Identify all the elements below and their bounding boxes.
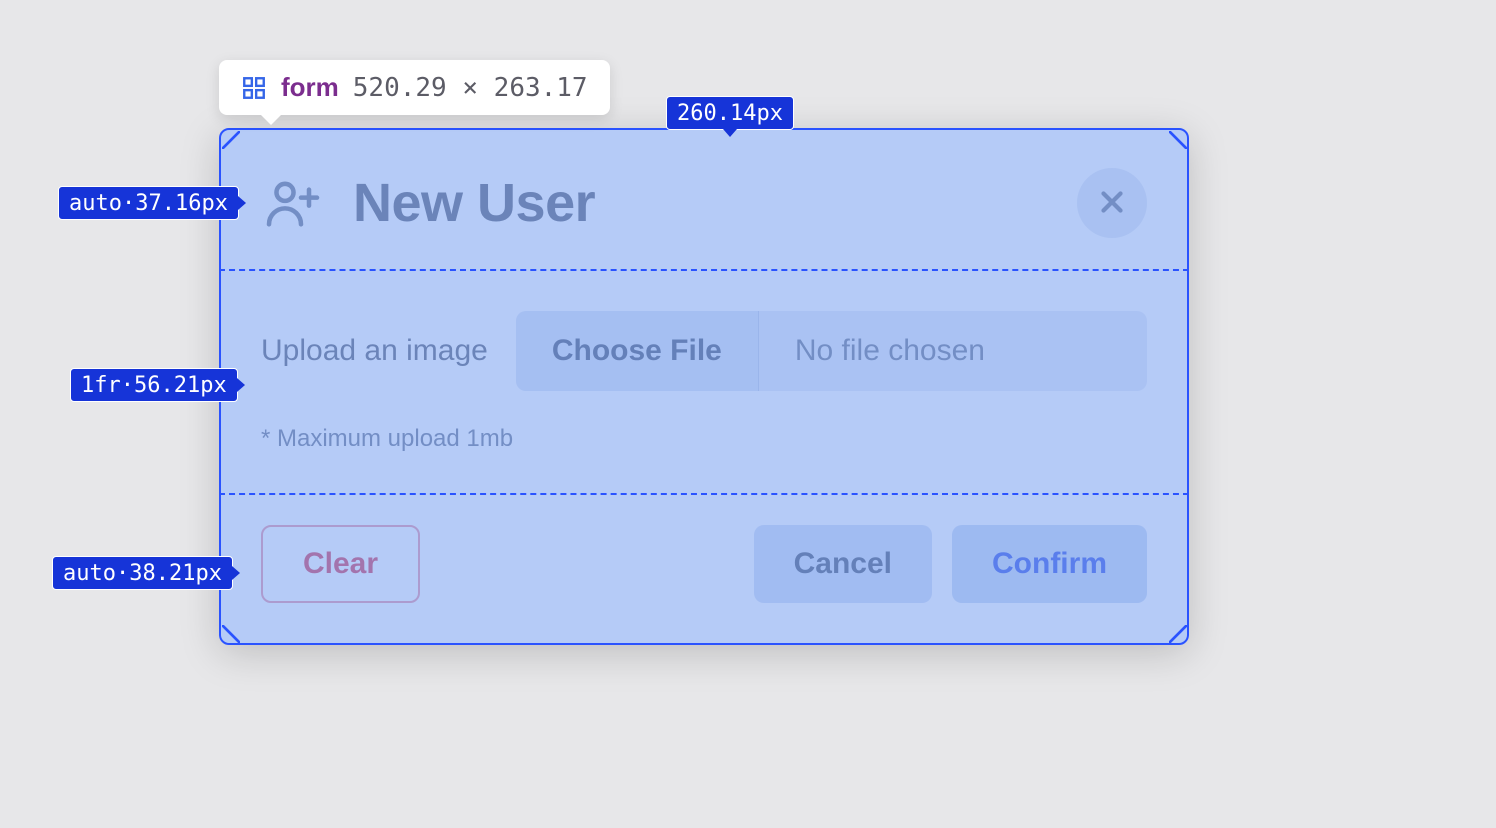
form-header: New User bbox=[261, 168, 1147, 238]
close-icon bbox=[1095, 185, 1129, 222]
grid-row-badge-3: auto·38.21px bbox=[52, 556, 233, 590]
devtools-tag-name: form bbox=[281, 72, 339, 103]
form-body: Upload an image Choose File No file chos… bbox=[261, 272, 1147, 491]
upload-row: Upload an image Choose File No file chos… bbox=[261, 311, 1147, 391]
close-button[interactable] bbox=[1077, 168, 1147, 238]
form-footer: Clear Cancel Confirm bbox=[261, 525, 1147, 603]
grid-column-badge: 260.14px bbox=[666, 96, 794, 130]
grid-row-badge-2: 1fr·56.21px bbox=[70, 368, 238, 402]
form-title: New User bbox=[353, 172, 595, 234]
devtools-dimensions: 520.29 × 263.17 bbox=[353, 73, 588, 103]
new-user-form: New User Upload an image Choose File No … bbox=[219, 128, 1189, 645]
devtools-element-tooltip: form 520.29 × 263.17 bbox=[219, 60, 610, 115]
file-input[interactable]: Choose File No file chosen bbox=[516, 311, 1147, 391]
upload-label: Upload an image bbox=[261, 334, 488, 368]
cancel-button[interactable]: Cancel bbox=[754, 525, 932, 603]
choose-file-button[interactable]: Choose File bbox=[516, 311, 759, 391]
grid-icon bbox=[241, 75, 267, 101]
user-plus-icon bbox=[261, 171, 325, 235]
grid-row-badge-1: auto·37.16px bbox=[58, 186, 239, 220]
file-status: No file chosen bbox=[759, 334, 1021, 368]
clear-button[interactable]: Clear bbox=[261, 525, 420, 603]
upload-helper-text: * Maximum upload 1mb bbox=[261, 425, 1147, 453]
confirm-button[interactable]: Confirm bbox=[952, 525, 1147, 603]
